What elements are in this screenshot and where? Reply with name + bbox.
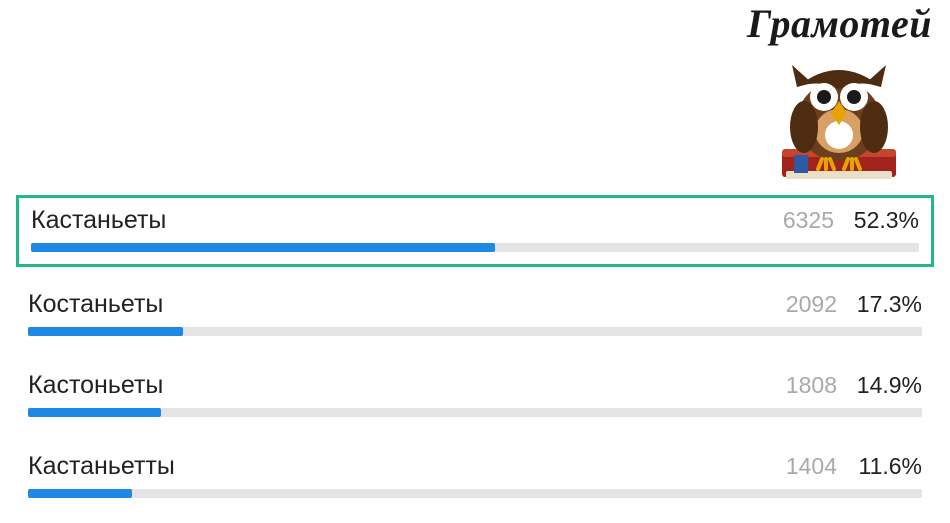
app-branding: Грамотей (747, 0, 932, 183)
progress-fill (28, 489, 132, 498)
answer-label: Кастаньеты (31, 206, 754, 235)
progress-fill (31, 243, 495, 252)
answer-count: 1808 (757, 372, 837, 399)
progress-track (28, 408, 922, 417)
answer-option[interactable]: Кастаньеты 6325 52.3% (16, 195, 934, 267)
answer-option[interactable]: Костаньеты 2092 17.3% (16, 280, 934, 348)
progress-track (28, 327, 922, 336)
answer-count: 6325 (754, 207, 834, 234)
answer-count: 1404 (757, 453, 837, 480)
owl-on-book-icon (764, 43, 914, 183)
answer-percent: 11.6% (837, 453, 922, 480)
answer-label: Кастаньетты (28, 452, 757, 481)
app-title: Грамотей (747, 0, 932, 47)
answer-option[interactable]: Кастаньетты 1404 11.6% (16, 442, 934, 510)
answer-list: Кастаньеты 6325 52.3% Костаньеты 2092 17… (16, 195, 934, 523)
progress-track (28, 489, 922, 498)
answer-option[interactable]: Кастоньеты 1808 14.9% (16, 361, 934, 429)
answer-label: Кастоньеты (28, 371, 757, 400)
answer-label: Костаньеты (28, 290, 757, 319)
answer-count: 2092 (757, 291, 837, 318)
progress-fill (28, 327, 183, 336)
answer-percent: 17.3% (837, 291, 922, 318)
progress-fill (28, 408, 161, 417)
progress-track (31, 243, 919, 252)
answer-percent: 52.3% (834, 207, 919, 234)
answer-percent: 14.9% (837, 372, 922, 399)
